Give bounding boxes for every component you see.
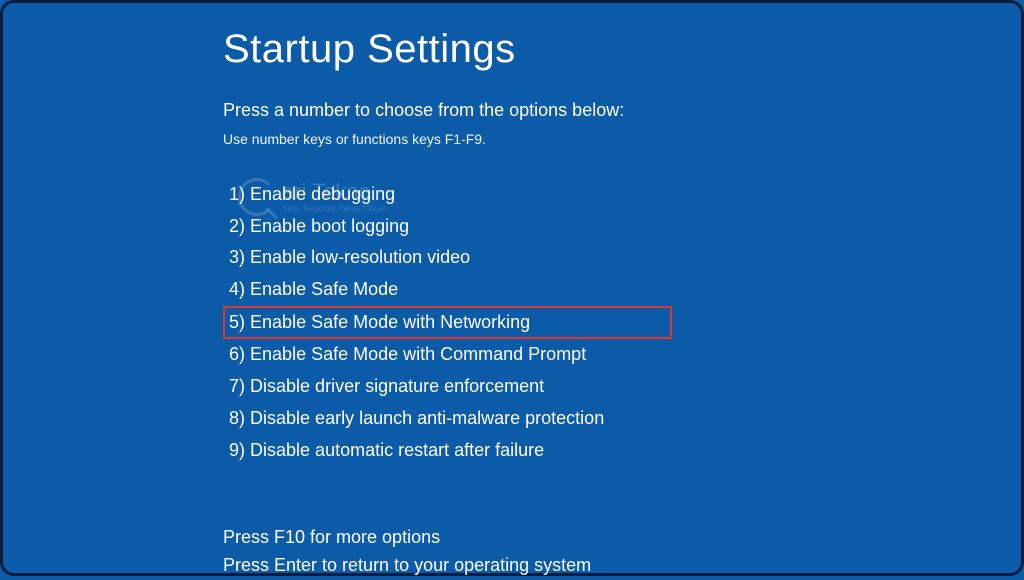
option-number: 1) <box>229 184 245 204</box>
option-enable-debugging[interactable]: 1) Enable debugging <box>223 179 1021 211</box>
option-number: 8) <box>229 408 245 428</box>
option-number: 9) <box>229 440 245 460</box>
option-number: 3) <box>229 247 245 267</box>
key-hint: Use number keys or functions keys F1-F9. <box>223 131 1021 147</box>
option-number: 5) <box>229 312 245 332</box>
option-label: Disable automatic restart after failure <box>250 440 544 460</box>
option-disable-early-launch-antimalware[interactable]: 8) Disable early launch anti-malware pro… <box>223 403 1021 435</box>
footer: Press F10 for more options Press Enter t… <box>223 524 1021 580</box>
option-number: 2) <box>229 216 245 236</box>
option-enable-safe-mode[interactable]: 4) Enable Safe Mode <box>223 274 1021 306</box>
option-label: Disable early launch anti-malware protec… <box>250 408 604 428</box>
option-label: Enable boot logging <box>250 216 409 236</box>
subtitle: Press a number to choose from the option… <box>223 100 1021 121</box>
option-enable-safe-mode-networking[interactable]: 5) Enable Safe Mode with Networking <box>223 306 1021 340</box>
page-title: Startup Settings <box>223 27 1021 72</box>
startup-options-list: 1) Enable debugging 2) Enable boot loggi… <box>223 179 1021 466</box>
option-number: 7) <box>229 376 245 396</box>
option-label: Enable Safe Mode with Command Prompt <box>250 344 586 364</box>
option-enable-low-resolution-video[interactable]: 3) Enable low-resolution video <box>223 242 1021 274</box>
option-label: Enable Safe Mode <box>250 279 398 299</box>
footer-more-options: Press F10 for more options <box>223 524 1021 552</box>
option-label: Disable driver signature enforcement <box>250 376 544 396</box>
option-label: Enable Safe Mode with Networking <box>250 312 530 332</box>
option-disable-driver-signature[interactable]: 7) Disable driver signature enforcement <box>223 371 1021 403</box>
option-disable-automatic-restart[interactable]: 9) Disable automatic restart after failu… <box>223 435 1021 467</box>
option-enable-safe-mode-command-prompt[interactable]: 6) Enable Safe Mode with Command Prompt <box>223 339 1021 371</box>
option-enable-boot-logging[interactable]: 2) Enable boot logging <box>223 211 1021 243</box>
option-label: Enable debugging <box>250 184 395 204</box>
option-label: Enable low-resolution video <box>250 247 470 267</box>
option-number: 4) <box>229 279 245 299</box>
option-number: 6) <box>229 344 245 364</box>
